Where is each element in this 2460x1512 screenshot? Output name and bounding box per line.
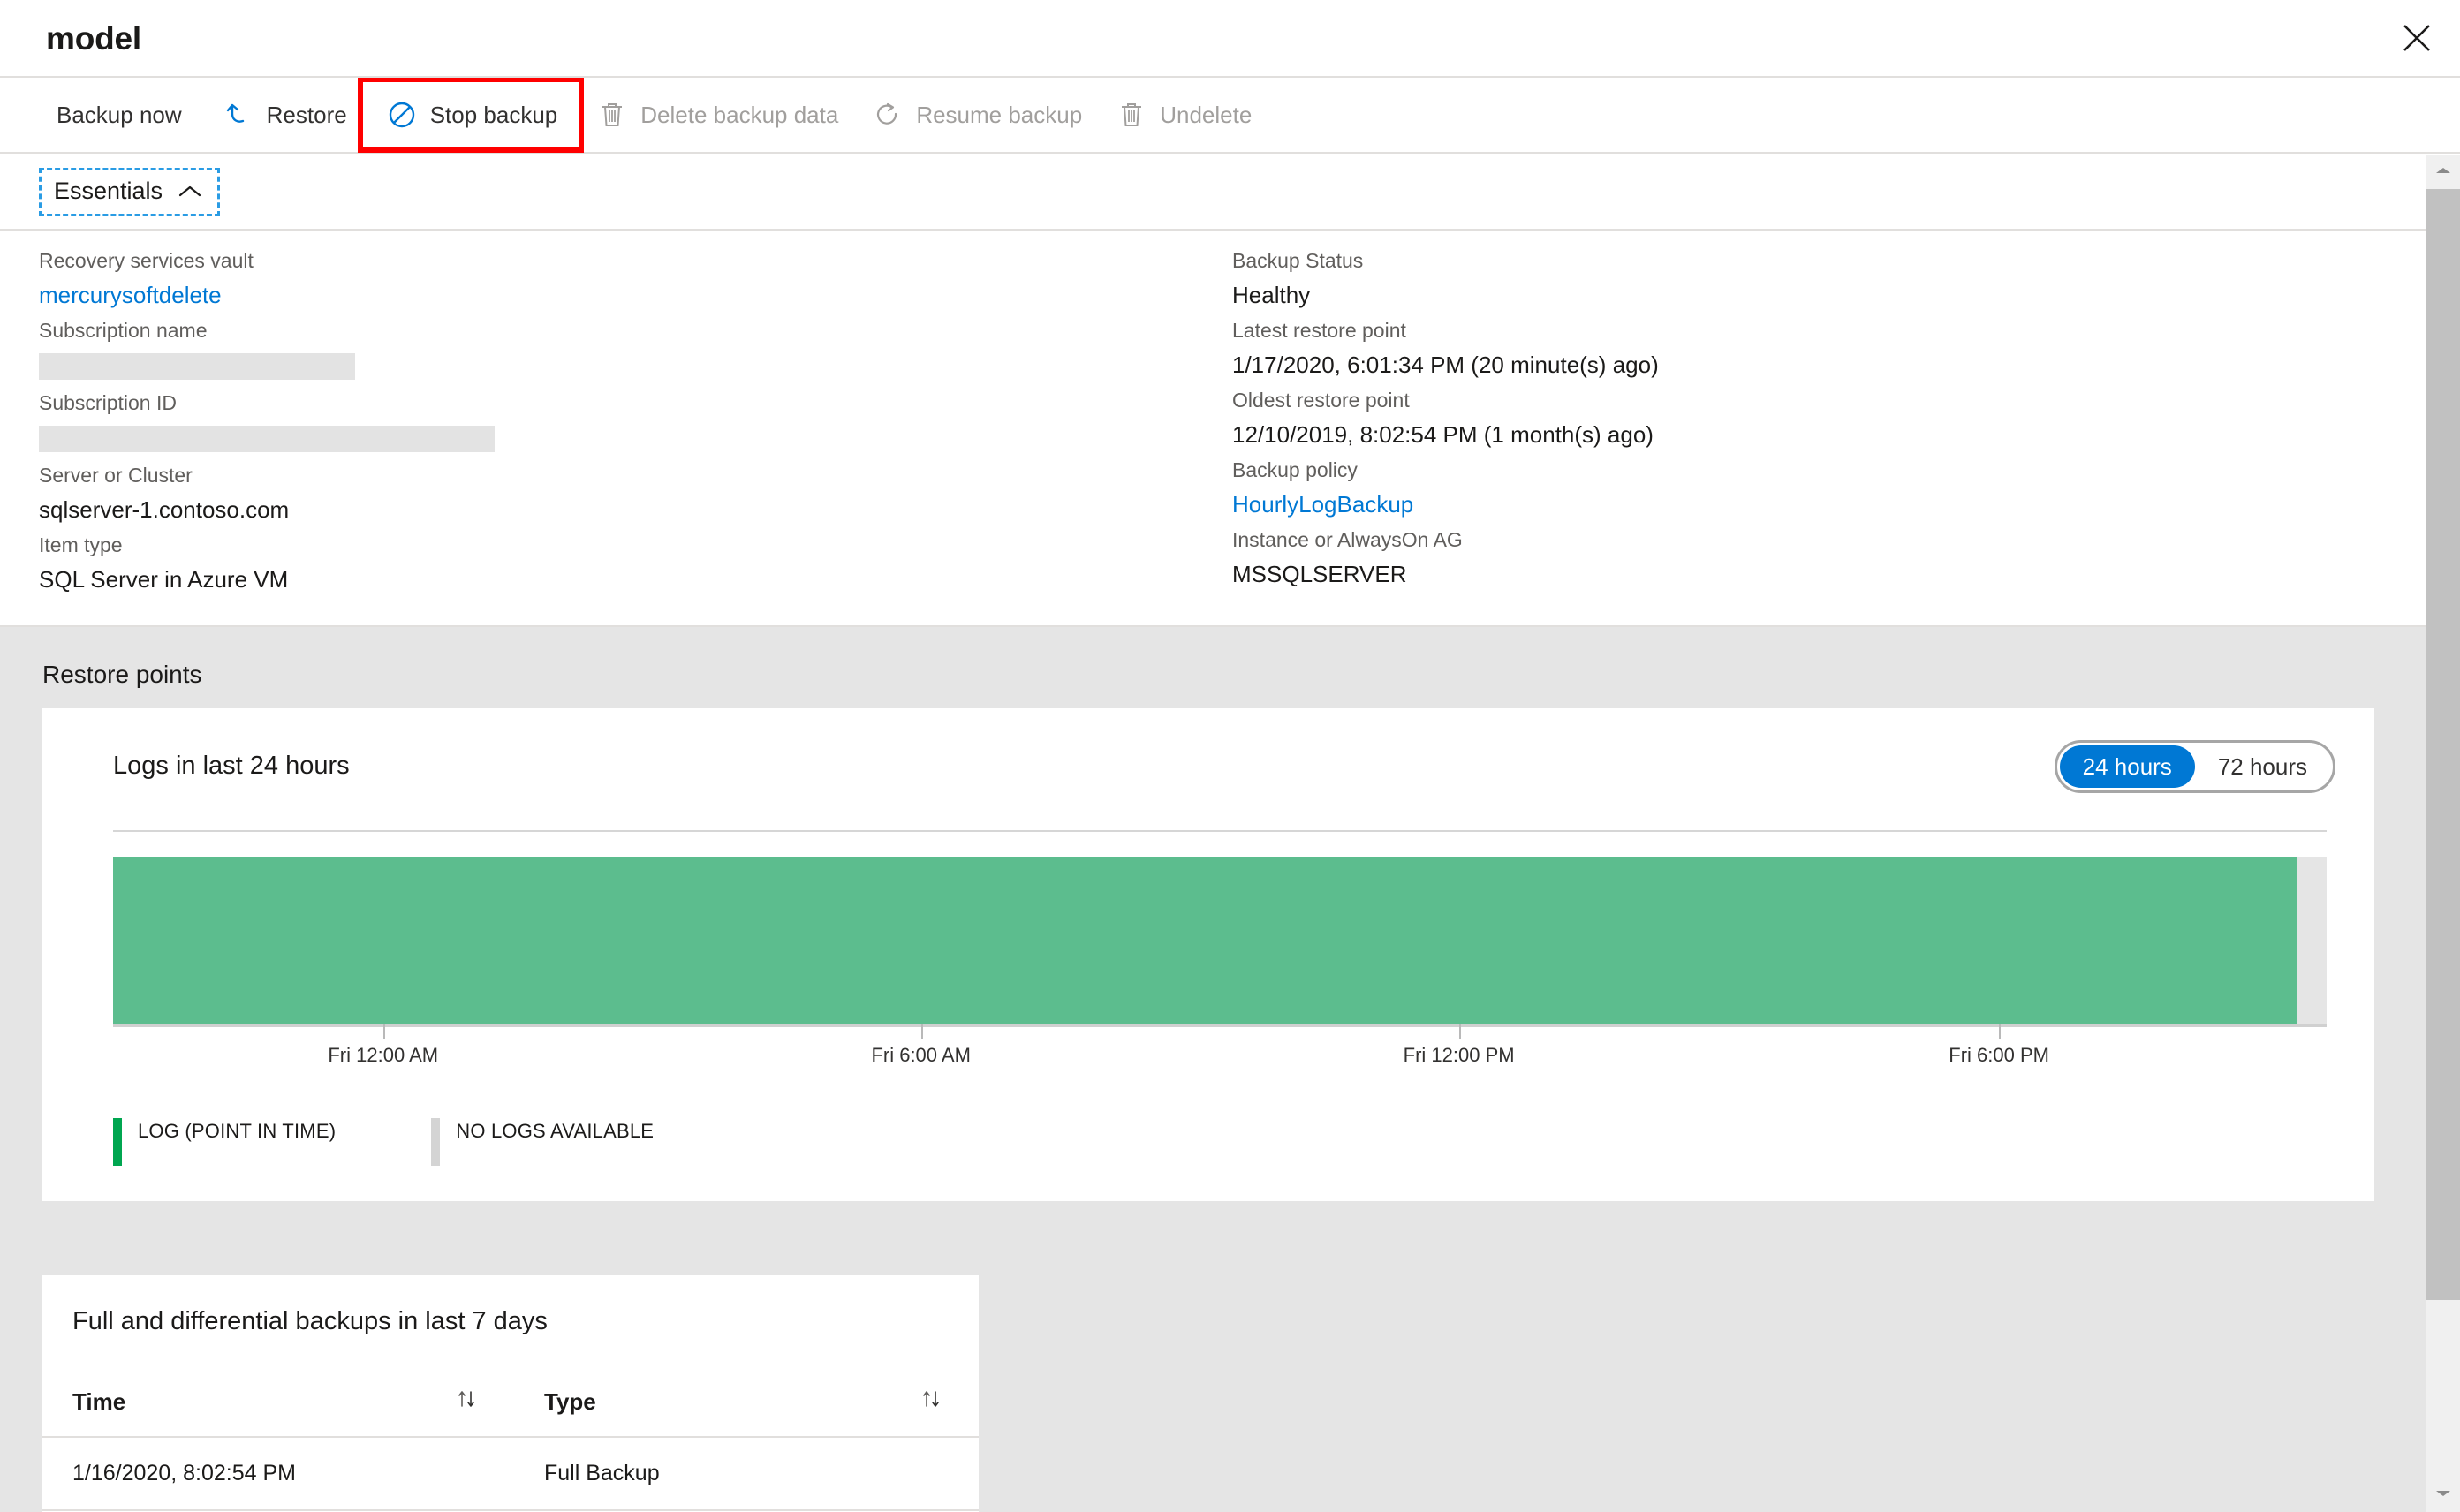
- axis-tick-label: Fri 6:00 PM: [1949, 1044, 2049, 1067]
- field-backup-policy: Backup policy HourlyLogBackup: [1232, 454, 1659, 522]
- logs-card: Logs in last 24 hours 24 hours 72 hours: [42, 707, 2374, 1202]
- column-label: Time: [72, 1388, 126, 1416]
- legend-swatch-green: [113, 1118, 122, 1167]
- delete-backup-data-button: Delete backup data: [580, 86, 852, 144]
- chart-x-axis: Fri 12:00 AM Fri 6:00 AM Fri 12:00 PM Fr…: [113, 1024, 2327, 1077]
- axis-tick: [920, 1024, 923, 1040]
- table-header-row: Time Type: [42, 1387, 979, 1439]
- command-label: Delete backup data: [640, 101, 839, 128]
- command-bar: Backup now Restore Stop backup Delete ba…: [0, 77, 2460, 154]
- range-option-24-hours[interactable]: 24 hours: [2059, 745, 2195, 789]
- chart-track: [113, 857, 2327, 1025]
- command-label: Resume backup: [916, 101, 1083, 128]
- backups-table-title: Full and differential backups in last 7 …: [72, 1307, 548, 1336]
- page-title: model: [46, 19, 141, 57]
- blade-titlebar: model: [0, 0, 2460, 78]
- field-latest-restore-point: Latest restore point 1/17/2020, 6:01:34 …: [1232, 314, 1659, 382]
- trash-icon: [1114, 97, 1149, 132]
- axis-tick: [1458, 1024, 1461, 1040]
- time-range-toggle: 24 hours 72 hours: [2054, 739, 2335, 794]
- vertical-scrollbar[interactable]: [2426, 155, 2460, 1512]
- range-option-72-hours[interactable]: 72 hours: [2195, 745, 2330, 789]
- backup-now-button[interactable]: Backup now: [35, 86, 203, 144]
- backups-table: Time Type 1/16/2020, 8:02:54 PM Full Bac…: [42, 1387, 979, 1512]
- essentials-panel: Recovery services vault mercurysoftdelet…: [0, 231, 2426, 627]
- essentials-toggle[interactable]: Essentials: [39, 168, 221, 216]
- logs-card-title: Logs in last 24 hours: [113, 752, 350, 781]
- logs-timeline-chart: [113, 857, 2327, 1025]
- legend-label: NO LOGS AVAILABLE: [456, 1120, 655, 1143]
- sort-arrows-icon[interactable]: [456, 1387, 479, 1417]
- stop-backup-button[interactable]: Stop backup: [357, 77, 585, 153]
- axis-tick-label: Fri 12:00 PM: [1403, 1044, 1515, 1067]
- backups-table-card: Full and differential backups in last 7 …: [42, 1275, 979, 1512]
- axis-tick: [382, 1024, 385, 1040]
- status-badge: Healthy: [1232, 281, 1311, 308]
- field-label: Oldest restore point: [1232, 388, 1410, 412]
- chevron-up-icon: [2434, 164, 2452, 180]
- field-label: Latest restore point: [1232, 318, 1406, 342]
- column-header-time[interactable]: Time: [42, 1387, 514, 1439]
- legend-item-no-logs-available: NO LOGS AVAILABLE: [431, 1118, 655, 1167]
- command-label: Stop backup: [429, 101, 558, 128]
- legend-label: LOG (POINT IN TIME): [138, 1120, 337, 1143]
- field-backup-status: Backup Status Healthy: [1232, 245, 1659, 313]
- axis-tick: [1999, 1024, 2002, 1040]
- field-label: Backup policy: [1232, 457, 1358, 481]
- field-label: Backup Status: [1232, 249, 1364, 272]
- table-row[interactable]: 1/16/2020, 8:02:54 PM Full Backup: [42, 1437, 979, 1512]
- axis-tick-label: Fri 6:00 AM: [871, 1044, 971, 1067]
- field-instance-or-alwayson-ag: Instance or AlwaysOn AG MSSQLSERVER: [1232, 524, 1659, 592]
- logs-divider: [113, 830, 2327, 833]
- cell-type: Full Backup: [514, 1437, 979, 1512]
- blade-content: Essentials Recovery services vault mercu…: [0, 155, 2426, 1512]
- axis-tick-label: Fri 12:00 AM: [328, 1044, 439, 1067]
- trash-icon: [594, 97, 630, 132]
- column-header-type[interactable]: Type: [514, 1387, 979, 1439]
- chart-legend: LOG (POINT IN TIME) NO LOGS AVAILABLE: [113, 1118, 2344, 1175]
- command-label: Undelete: [1160, 101, 1253, 128]
- scroll-up-button[interactable]: [2426, 155, 2460, 189]
- field-value: 12/10/2019, 8:02:54 PM (1 month(s) ago): [1232, 420, 1654, 448]
- legend-swatch-gray: [431, 1118, 441, 1167]
- scroll-down-button[interactable]: [2426, 1478, 2460, 1512]
- undelete-button: Undelete: [1100, 86, 1266, 144]
- field-label: Instance or AlwaysOn AG: [1232, 527, 1463, 551]
- essentials-right-column: Backup Status Healthy Latest restore poi…: [0, 245, 1659, 599]
- legend-item-log-point-in-time: LOG (POINT IN TIME): [113, 1118, 337, 1167]
- chart-segment-no-logs[interactable]: [2297, 857, 2327, 1025]
- resume-backup-button: Resume backup: [856, 86, 1096, 144]
- stop-backup-icon: [384, 97, 420, 132]
- backup-policy-link[interactable]: HourlyLogBackup: [1232, 488, 1659, 522]
- close-icon: [2402, 23, 2432, 53]
- field-value: MSSQLSERVER: [1232, 560, 1407, 587]
- chevron-up-icon: [178, 179, 201, 203]
- restore-button[interactable]: Restore: [207, 86, 361, 144]
- close-button[interactable]: [2379, 0, 2455, 76]
- cell-time: 1/16/2020, 8:02:54 PM: [42, 1437, 514, 1512]
- field-value: 1/17/2020, 6:01:34 PM (20 minute(s) ago): [1232, 351, 1659, 378]
- logs-card-header: Logs in last 24 hours 24 hours 72 hours: [72, 735, 2344, 794]
- chevron-down-icon: [2434, 1487, 2452, 1503]
- column-label: Type: [544, 1388, 596, 1416]
- restore-icon: [221, 97, 256, 132]
- restore-points-section-title: Restore points: [42, 660, 202, 688]
- axis-line: [113, 1024, 2327, 1028]
- chart-segment-log[interactable]: [113, 857, 2298, 1025]
- scrollbar-thumb[interactable]: [2426, 189, 2460, 1300]
- command-label: Backup now: [57, 101, 182, 128]
- sort-arrows-icon[interactable]: [920, 1387, 943, 1417]
- resume-icon: [870, 97, 905, 132]
- essentials-label: Essentials: [54, 178, 163, 204]
- blade-content-wrapper: Essentials Recovery services vault mercu…: [0, 155, 2460, 1512]
- field-oldest-restore-point: Oldest restore point 12/10/2019, 8:02:54…: [1232, 384, 1659, 452]
- command-label: Restore: [266, 101, 347, 128]
- essentials-header: Essentials: [0, 155, 2426, 231]
